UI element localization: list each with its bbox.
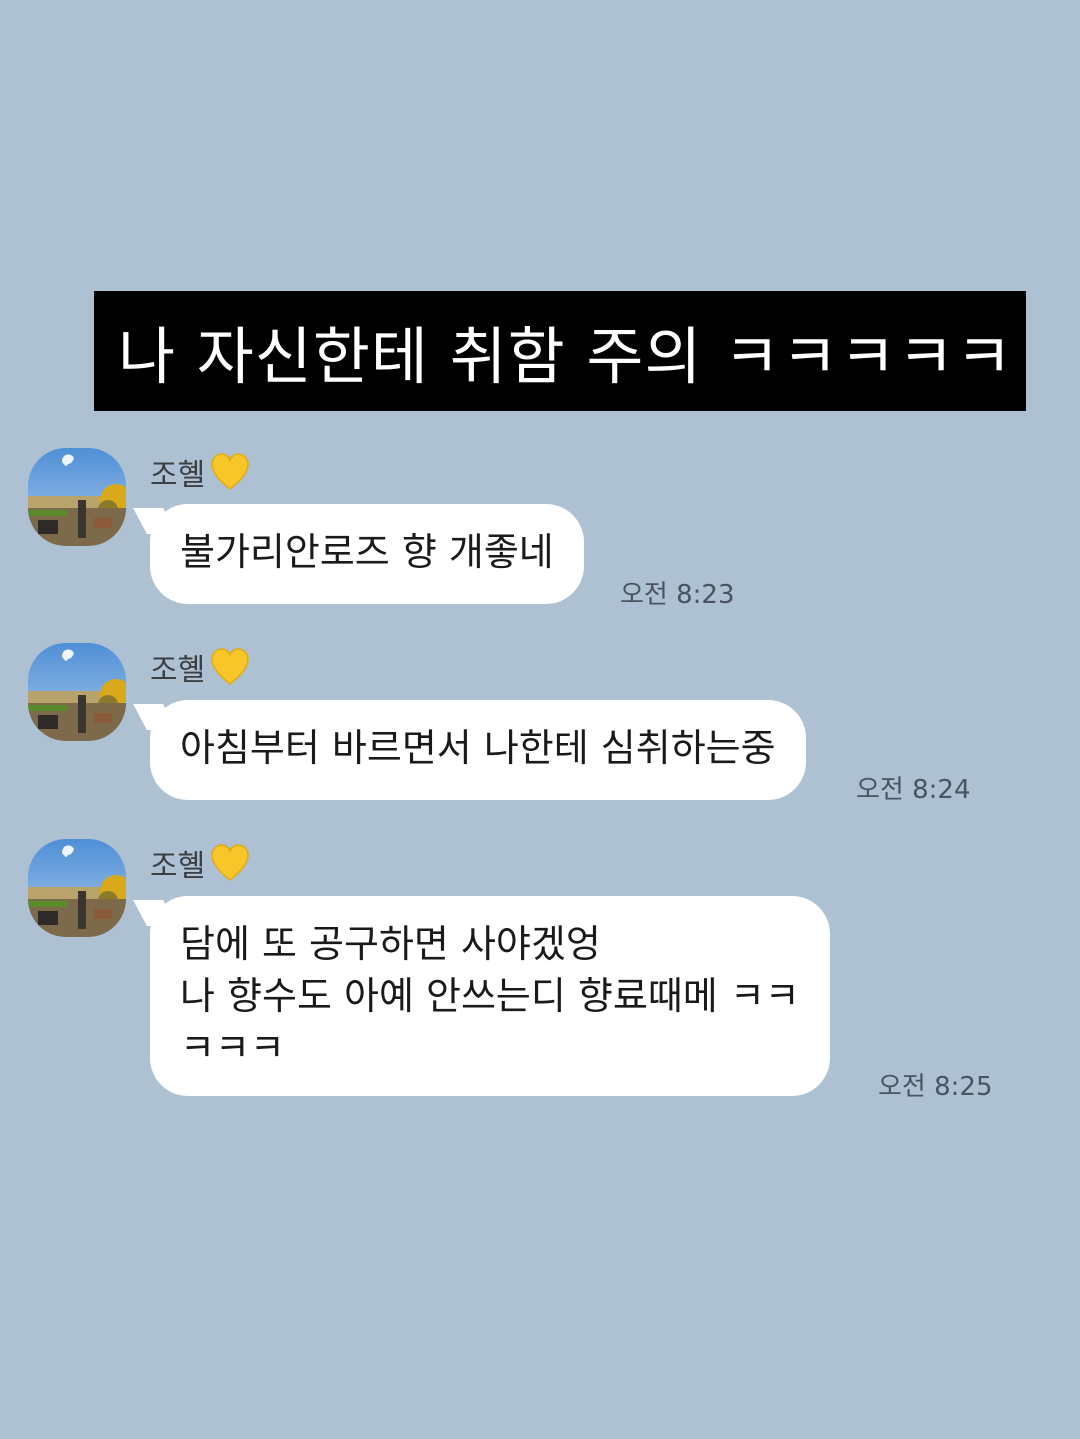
message-bubble[interactable]: 아침부터 바르면서 나한테 심취하는중 [150,700,806,800]
sender-label: 조혤 [150,645,251,689]
chat-message[interactable]: 조혤 아침부터 바르면서 나한테 심취하는중 오전 8:24 [0,643,1080,805]
message-text: 아침부터 바르면서 나한테 심취하는중 [180,726,776,770]
sender-label: 조혤 [150,450,251,494]
message-timestamp: 오전 8:25 [878,1072,993,1102]
profile-photo-avatar[interactable] [28,643,126,741]
yellow-heart-icon [211,453,249,490]
message-timestamp: 오전 8:23 [620,580,735,610]
sender-name: 조혤 [150,458,206,493]
sender-name: 조혤 [150,653,206,688]
chat-message[interactable]: 조혤 불가리안로즈 향 개좋네 오전 8:23 [0,448,1080,610]
caption-text: 나 자신한테 취함 주의 ㅋㅋㅋㅋㅋ [118,320,1014,393]
sender-name: 조혤 [150,849,206,884]
message-text-line: ㅋㅋㅋ [180,1026,285,1070]
profile-photo-avatar[interactable] [28,448,126,546]
profile-photo-avatar[interactable] [28,839,126,937]
caption-banner: 나 자신한테 취함 주의 ㅋㅋㅋㅋㅋ [94,291,1026,411]
message-timestamp: 오전 8:24 [856,775,971,805]
yellow-heart-icon [211,844,249,881]
message-bubble[interactable]: 담에 또 공구하면 사야겠엉 나 향수도 아예 안쓰는디 향료때메 ㅋㅋ ㅋㅋㅋ [150,896,830,1096]
chat-message[interactable]: 조혤 담에 또 공구하면 사야겠엉 나 향수도 아예 안쓰는디 향료때메 ㅋㅋ … [0,839,1080,1102]
message-text-line: 나 향수도 아예 안쓰는디 향료때메 ㅋㅋ [180,974,800,1018]
message-text-line: 담에 또 공구하면 사야겠엉 [180,922,601,966]
message-text: 불가리안로즈 향 개좋네 [180,530,554,574]
sender-label: 조혤 [150,841,251,885]
message-bubble[interactable]: 불가리안로즈 향 개좋네 [150,504,584,604]
yellow-heart-icon [211,648,249,685]
